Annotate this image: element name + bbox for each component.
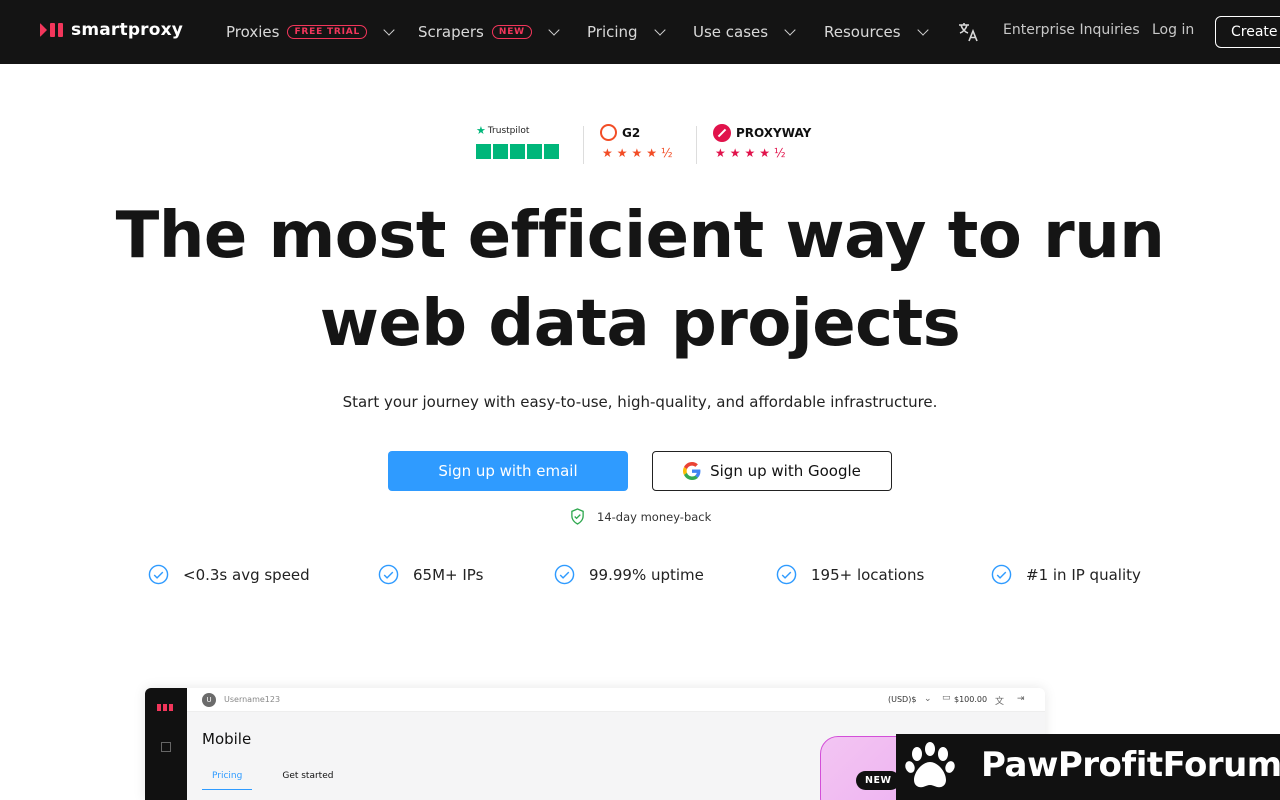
check-circle-icon: [554, 564, 575, 585]
avatar: U: [202, 693, 216, 707]
ratings-strip: ★ Trustpilot G2 ★★★★½ PROXYWAY ★★★★½: [476, 120, 811, 166]
smartproxy-logo-icon: [40, 23, 63, 37]
feature-label: <0.3s avg speed: [183, 565, 310, 584]
pawprofitforum-watermark: PawProfitForum: [896, 734, 1280, 800]
sign-up-email-button[interactable]: Sign up with email: [388, 451, 628, 491]
feature-item: 65M+ IPs: [378, 564, 483, 585]
wallet-icon: ▭: [942, 693, 951, 703]
dashboard-username: Username123: [224, 695, 281, 704]
sign-up-google-button[interactable]: Sign up with Google: [652, 451, 892, 491]
currency-selector: (USD)$: [888, 695, 917, 704]
proxyway-label: PROXYWAY: [736, 126, 812, 140]
trustpilot-label-row: ★ Trustpilot: [476, 124, 529, 137]
chevron-down-icon: ⌄: [924, 694, 932, 704]
trustpilot-star-box: [544, 144, 559, 159]
paw-icon: [905, 742, 955, 788]
free-trial-badge: FREE TRIAL: [287, 25, 368, 39]
money-back-text: 14-day money-back: [597, 509, 712, 524]
check-circle-icon: [148, 564, 169, 585]
top-navigation-bar: smartproxy Proxies FREE TRIAL Scrapers N…: [0, 0, 1280, 64]
grid-icon: [161, 742, 171, 752]
feature-item: <0.3s avg speed: [148, 564, 310, 585]
logo-text: smartproxy: [71, 20, 184, 40]
proxyway-logo-icon: [713, 124, 731, 142]
trustpilot-label: Trustpilot: [487, 125, 530, 136]
check-circle-icon: [378, 564, 399, 585]
trustpilot-star-box: [493, 144, 508, 159]
nav-resources-label: Resources: [824, 23, 901, 41]
feature-label: 195+ locations: [811, 565, 925, 584]
trustpilot-star-box: [527, 144, 542, 159]
dashboard-sidebar: [145, 688, 187, 800]
chevron-down-icon: [784, 24, 796, 36]
sign-up-google-label: Sign up with Google: [710, 462, 861, 480]
nav-scrapers-label: Scrapers: [418, 23, 484, 41]
language-translate-icon[interactable]: [956, 20, 980, 44]
g2-label: G2: [622, 125, 641, 140]
feature-item: #1 in IP quality: [991, 564, 1141, 585]
headline-line-2: web data projects: [319, 287, 961, 361]
hero-subheadline: Start your journey with easy-to-use, hig…: [342, 393, 938, 411]
feature-label: 99.99% uptime: [589, 565, 704, 584]
g2-brand-row: G2: [600, 124, 640, 141]
proxyway-brand-row: PROXYWAY: [713, 124, 811, 142]
headline-line-1: The most efficient way to run: [115, 199, 1165, 273]
check-circle-icon: [776, 564, 797, 585]
translate-icon: 文: [995, 697, 1005, 707]
login-link[interactable]: Log in: [1152, 22, 1194, 38]
new-pill-badge: NEW: [856, 771, 901, 790]
nav-scrapers[interactable]: Scrapers NEW: [418, 20, 562, 44]
chevron-down-icon: [916, 24, 929, 36]
nav-proxies[interactable]: Proxies FREE TRIAL: [226, 20, 397, 44]
tab-get-started: Get started: [282, 771, 334, 781]
chevron-down-icon: [383, 24, 395, 36]
hero-headline: The most efficient way to run web data p…: [0, 192, 1280, 368]
logout-icon: ⇥: [1017, 694, 1025, 704]
g2-logo-icon: [600, 124, 617, 141]
dashboard-balance: $100.00: [954, 695, 988, 704]
dashboard-title: Mobile: [202, 730, 252, 748]
trustpilot-star-box: [510, 144, 525, 159]
trustpilot-star-icon: ★: [476, 124, 486, 137]
shield-check-icon: [571, 508, 584, 525]
create-account-button[interactable]: Create account: [1215, 16, 1280, 48]
trustpilot-stars: [476, 144, 559, 159]
proxyway-stars: ★★★★½: [715, 146, 790, 160]
dashboard-tabs: Pricing Get started: [202, 771, 333, 790]
feature-item: 195+ locations: [776, 564, 924, 585]
ratings-divider: [696, 126, 697, 164]
nav-use-cases[interactable]: Use cases: [693, 20, 798, 44]
nav-use-cases-label: Use cases: [693, 23, 769, 41]
feature-label: 65M+ IPs: [413, 565, 484, 584]
check-circle-icon: [991, 564, 1012, 585]
chevron-down-icon: [653, 24, 666, 36]
ratings-divider: [583, 126, 584, 164]
chevron-down-icon: [548, 24, 560, 36]
feature-item: 99.99% uptime: [554, 564, 704, 585]
feature-label: #1 in IP quality: [1026, 565, 1141, 584]
tab-pricing: Pricing: [202, 771, 253, 790]
nav-pricing-label: Pricing: [587, 23, 638, 41]
new-badge: NEW: [491, 25, 532, 39]
trustpilot-star-box: [476, 144, 491, 159]
smartproxy-logo[interactable]: smartproxy: [40, 20, 183, 40]
g2-stars: ★★★★½: [602, 146, 677, 160]
watermark-text: PawProfitForum: [981, 745, 1280, 785]
google-logo-icon: [683, 462, 701, 480]
enterprise-inquiries-link[interactable]: Enterprise Inquiries: [1003, 22, 1140, 38]
money-back-note: 14-day money-back: [570, 508, 711, 525]
dashboard-logo-icon: [157, 704, 173, 711]
dashboard-topbar: U Username123 (USD)$ ⌄ ▭ $100.00 文 ⇥: [187, 688, 1045, 712]
nav-pricing[interactable]: Pricing: [587, 20, 668, 44]
nav-resources[interactable]: Resources: [824, 20, 931, 44]
nav-proxies-label: Proxies: [226, 23, 280, 41]
